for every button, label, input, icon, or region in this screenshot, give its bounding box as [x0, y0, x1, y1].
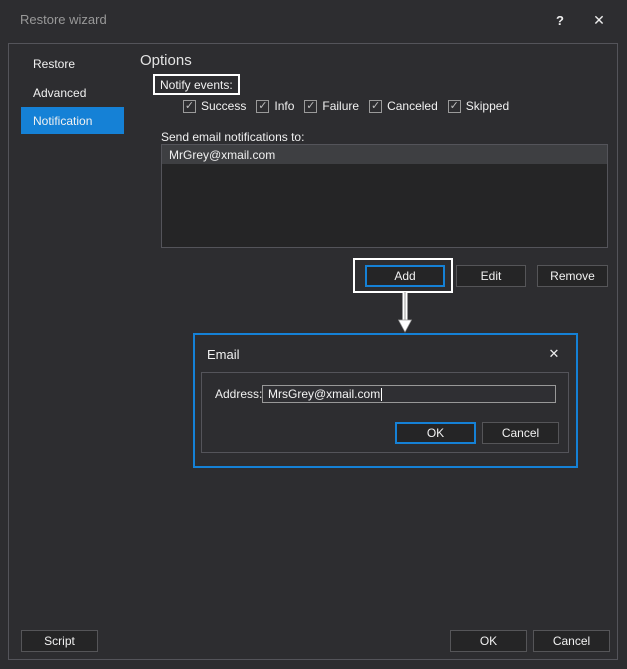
help-icon[interactable]: ?: [551, 10, 569, 30]
check-icon[interactable]: ✓: [448, 100, 461, 113]
checkbox-skipped[interactable]: ✓ Skipped: [448, 99, 509, 113]
restore-wizard-window: Restore wizard ? ✕ Restore Advanced Noti…: [0, 0, 627, 669]
page-title: Options: [140, 52, 192, 69]
email-dialog-close-icon[interactable]: ✕: [546, 345, 562, 363]
checkbox-info[interactable]: ✓ Info: [256, 99, 294, 113]
notify-events-highlight-box: Notify events:: [153, 74, 240, 95]
recipient-list[interactable]: MrGrey@xmail.com: [161, 144, 608, 248]
email-dialog-title: Email: [207, 347, 240, 362]
check-icon[interactable]: ✓: [256, 100, 269, 113]
remove-button[interactable]: Remove: [537, 265, 608, 287]
address-input[interactable]: MrsGrey@xmail.com: [262, 385, 556, 403]
checkbox-label: Skipped: [466, 99, 509, 113]
sidebar-item-label: Advanced: [33, 86, 86, 100]
sidebar-item-restore[interactable]: Restore: [21, 50, 124, 77]
checkbox-label: Failure: [322, 99, 359, 113]
edit-button[interactable]: Edit: [456, 265, 526, 287]
close-icon[interactable]: ✕: [590, 10, 608, 30]
annotation-arrow-icon: [397, 292, 413, 333]
checkbox-success[interactable]: ✓ Success: [183, 99, 246, 113]
cancel-button[interactable]: Cancel: [533, 630, 610, 652]
email-dialog: Email ✕ Address: MrsGrey@xmail.com OK Ca…: [193, 333, 578, 468]
sidebar-item-advanced[interactable]: Advanced: [21, 79, 124, 106]
check-icon[interactable]: ✓: [304, 100, 317, 113]
address-input-value: MrsGrey@xmail.com: [268, 387, 380, 401]
sidebar-item-label: Restore: [33, 57, 75, 71]
check-icon[interactable]: ✓: [183, 100, 196, 113]
text-cursor: [381, 388, 382, 401]
script-button[interactable]: Script: [21, 630, 98, 652]
sidebar-item-notification[interactable]: Notification: [21, 107, 124, 134]
window-title: Restore wizard: [20, 12, 107, 27]
recipient-list-item[interactable]: MrGrey@xmail.com: [162, 145, 607, 164]
checkbox-label: Canceled: [387, 99, 438, 113]
address-label: Address:: [215, 387, 262, 401]
send-notifications-label: Send email notifications to:: [161, 130, 304, 144]
sidebar-item-label: Notification: [33, 114, 92, 128]
email-ok-button[interactable]: OK: [395, 422, 476, 444]
checkbox-failure[interactable]: ✓ Failure: [304, 99, 359, 113]
email-cancel-button[interactable]: Cancel: [482, 422, 559, 444]
notify-events-checkbox-row: ✓ Success ✓ Info ✓ Failure ✓ Canceled ✓ …: [183, 99, 509, 113]
checkbox-label: Info: [274, 99, 294, 113]
add-button[interactable]: Add: [365, 265, 445, 287]
check-icon[interactable]: ✓: [369, 100, 382, 113]
checkbox-label: Success: [201, 99, 246, 113]
ok-button[interactable]: OK: [450, 630, 527, 652]
checkbox-canceled[interactable]: ✓ Canceled: [369, 99, 438, 113]
notify-events-label: Notify events:: [160, 78, 233, 92]
